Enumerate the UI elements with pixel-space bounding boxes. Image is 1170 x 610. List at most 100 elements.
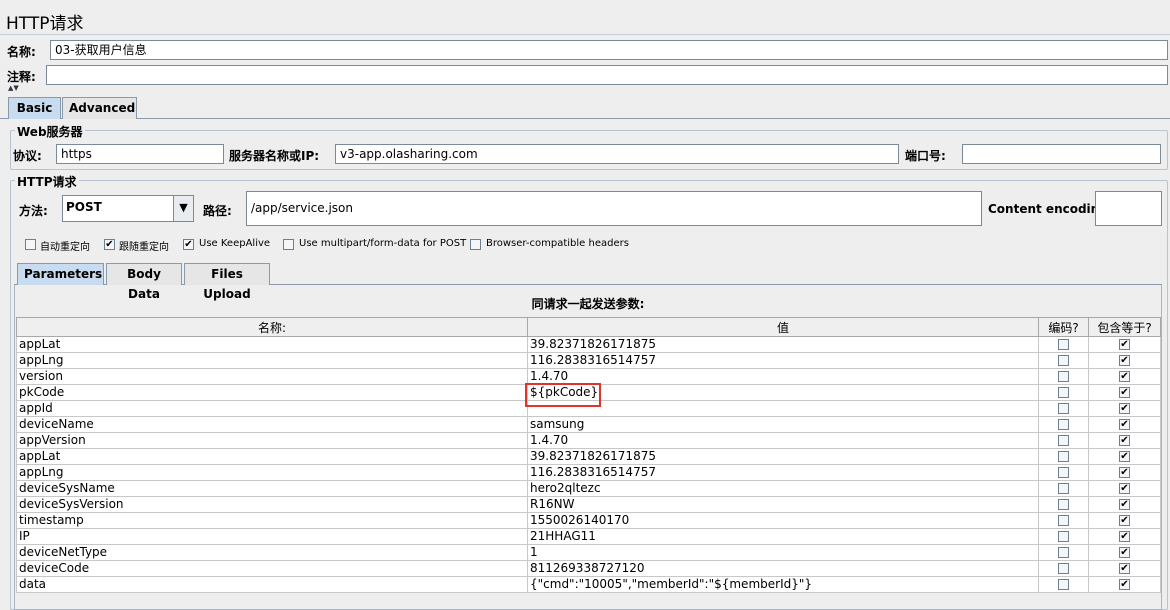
include-equals-checkbox[interactable]: ✔ <box>1119 435 1130 446</box>
encode-checkbox[interactable] <box>1058 547 1069 558</box>
include-equals-checkbox[interactable]: ✔ <box>1119 339 1130 350</box>
param-name-cell[interactable]: version <box>16 368 528 385</box>
port-input[interactable] <box>962 144 1161 164</box>
table-row[interactable]: appId ✔ <box>16 400 1161 417</box>
param-name-cell[interactable]: appVersion <box>16 432 528 449</box>
include-equals-checkbox[interactable]: ✔ <box>1119 547 1130 558</box>
tab-basic[interactable]: Basic <box>8 97 61 119</box>
encode-checkbox[interactable] <box>1058 531 1069 542</box>
table-row[interactable]: deviceSysVersion R16NW ✔ <box>16 496 1161 513</box>
table-row[interactable]: appLat 39.82371826171875 ✔ <box>16 336 1161 353</box>
param-value-cell[interactable]: ${pkCode} <box>527 384 1039 401</box>
include-equals-checkbox[interactable]: ✔ <box>1119 387 1130 398</box>
table-row[interactable]: IP 21HHAG11 ✔ <box>16 528 1161 545</box>
param-name-cell[interactable]: appLat <box>16 336 528 353</box>
table-row[interactable]: data {"cmd":"10005","memberId":"${memberI… <box>16 576 1161 593</box>
include-equals-checkbox[interactable]: ✔ <box>1119 579 1130 590</box>
encode-checkbox[interactable] <box>1058 563 1069 574</box>
keepalive-checkbox[interactable]: ✔ <box>183 239 194 250</box>
tab-files-upload[interactable]: Files Upload <box>184 263 270 301</box>
table-row[interactable]: deviceCode 811269338727120 ✔ <box>16 560 1161 577</box>
column-header-include-equals[interactable]: 包含等于? <box>1088 317 1161 337</box>
encode-checkbox[interactable] <box>1058 339 1069 350</box>
table-row[interactable]: deviceSysName hero2qltezc ✔ <box>16 480 1161 497</box>
param-name-cell[interactable]: pkCode <box>16 384 528 401</box>
encode-checkbox[interactable] <box>1058 499 1069 510</box>
param-name-cell[interactable]: appLng <box>16 352 528 369</box>
encode-checkbox[interactable] <box>1058 451 1069 462</box>
param-name-cell[interactable]: deviceCode <box>16 560 528 577</box>
param-value-cell[interactable]: 1.4.70 <box>527 368 1039 385</box>
param-value-cell[interactable]: hero2qltezc <box>527 480 1039 497</box>
encode-checkbox[interactable] <box>1058 483 1069 494</box>
encode-checkbox[interactable] <box>1058 371 1069 382</box>
table-row[interactable]: pkCode ${pkCode} ✔ <box>16 384 1161 401</box>
param-name-cell[interactable]: appLat <box>16 448 528 465</box>
include-equals-checkbox[interactable]: ✔ <box>1119 403 1130 414</box>
auto-redirect-checkbox[interactable] <box>25 239 36 250</box>
include-equals-checkbox[interactable]: ✔ <box>1119 499 1130 510</box>
param-name-cell[interactable]: deviceNetType <box>16 544 528 561</box>
param-value-cell[interactable]: 116.2838316514757 <box>527 352 1039 369</box>
include-equals-checkbox[interactable]: ✔ <box>1119 563 1130 574</box>
include-equals-checkbox[interactable]: ✔ <box>1119 515 1130 526</box>
table-row[interactable]: deviceName samsung ✔ <box>16 416 1161 433</box>
tab-advanced[interactable]: Advanced <box>62 97 137 119</box>
multipart-checkbox[interactable] <box>283 239 294 250</box>
tab-parameters[interactable]: Parameters <box>17 263 104 285</box>
include-equals-checkbox[interactable]: ✔ <box>1119 467 1130 478</box>
column-header-value[interactable]: 值 <box>527 317 1039 337</box>
param-name-cell[interactable]: data <box>16 576 528 593</box>
encode-checkbox[interactable] <box>1058 403 1069 414</box>
method-select[interactable]: POST ▼ <box>62 195 194 222</box>
table-row[interactable]: appLng 116.2838316514757 ✔ <box>16 464 1161 481</box>
tab-body-data[interactable]: Body Data <box>106 263 182 301</box>
column-header-encode[interactable]: 编码? <box>1038 317 1089 337</box>
param-name-cell[interactable]: deviceSysVersion <box>16 496 528 513</box>
param-value-cell[interactable]: 39.82371826171875 <box>527 336 1039 353</box>
encode-checkbox[interactable] <box>1058 515 1069 526</box>
table-row[interactable]: appVersion 1.4.70 ✔ <box>16 432 1161 449</box>
table-row[interactable]: version 1.4.70 ✔ <box>16 368 1161 385</box>
param-name-cell[interactable]: deviceName <box>16 416 528 433</box>
param-value-cell[interactable]: 1.4.70 <box>527 432 1039 449</box>
param-value-cell[interactable]: 21HHAG11 <box>527 528 1039 545</box>
path-input[interactable]: /app/service.json <box>246 191 982 226</box>
include-equals-checkbox[interactable]: ✔ <box>1119 451 1130 462</box>
encode-checkbox[interactable] <box>1058 355 1069 366</box>
encode-checkbox[interactable] <box>1058 467 1069 478</box>
server-input[interactable]: v3-app.olasharing.com <box>335 144 899 164</box>
param-value-cell[interactable] <box>527 400 1039 417</box>
param-value-cell[interactable]: 1550026140170 <box>527 512 1039 529</box>
include-equals-checkbox[interactable]: ✔ <box>1119 355 1130 366</box>
include-equals-checkbox[interactable]: ✔ <box>1119 483 1130 494</box>
param-value-cell[interactable]: {"cmd":"10005","memberId":"${memberId}"} <box>527 576 1039 593</box>
param-name-cell[interactable]: deviceSysName <box>16 480 528 497</box>
param-value-cell[interactable]: 1 <box>527 544 1039 561</box>
protocol-input[interactable]: https <box>56 144 224 164</box>
param-value-cell[interactable]: samsung <box>527 416 1039 433</box>
encode-checkbox[interactable] <box>1058 387 1069 398</box>
column-header-name[interactable]: 名称: <box>16 317 528 337</box>
browser-headers-checkbox[interactable] <box>470 239 481 250</box>
comment-input[interactable] <box>46 65 1168 85</box>
table-row[interactable]: appLat 39.82371826171875 ✔ <box>16 448 1161 465</box>
param-value-cell[interactable]: 116.2838316514757 <box>527 464 1039 481</box>
param-value-cell[interactable]: R16NW <box>527 496 1039 513</box>
table-row[interactable]: appLng 116.2838316514757 ✔ <box>16 352 1161 369</box>
param-name-cell[interactable]: appLng <box>16 464 528 481</box>
param-value-cell[interactable]: 39.82371826171875 <box>527 448 1039 465</box>
encode-checkbox[interactable] <box>1058 579 1069 590</box>
content-encoding-input[interactable] <box>1095 191 1162 226</box>
table-row[interactable]: deviceNetType 1 ✔ <box>16 544 1161 561</box>
include-equals-checkbox[interactable]: ✔ <box>1119 531 1130 542</box>
table-row[interactable]: timestamp 1550026140170 ✔ <box>16 512 1161 529</box>
encode-checkbox[interactable] <box>1058 435 1069 446</box>
include-equals-checkbox[interactable]: ✔ <box>1119 419 1130 430</box>
param-value-cell[interactable]: 811269338727120 <box>527 560 1039 577</box>
param-name-cell[interactable]: IP <box>16 528 528 545</box>
follow-redirect-checkbox[interactable]: ✔ <box>104 239 115 250</box>
chevron-down-icon[interactable]: ▼ <box>173 196 193 221</box>
encode-checkbox[interactable] <box>1058 419 1069 430</box>
include-equals-checkbox[interactable]: ✔ <box>1119 371 1130 382</box>
